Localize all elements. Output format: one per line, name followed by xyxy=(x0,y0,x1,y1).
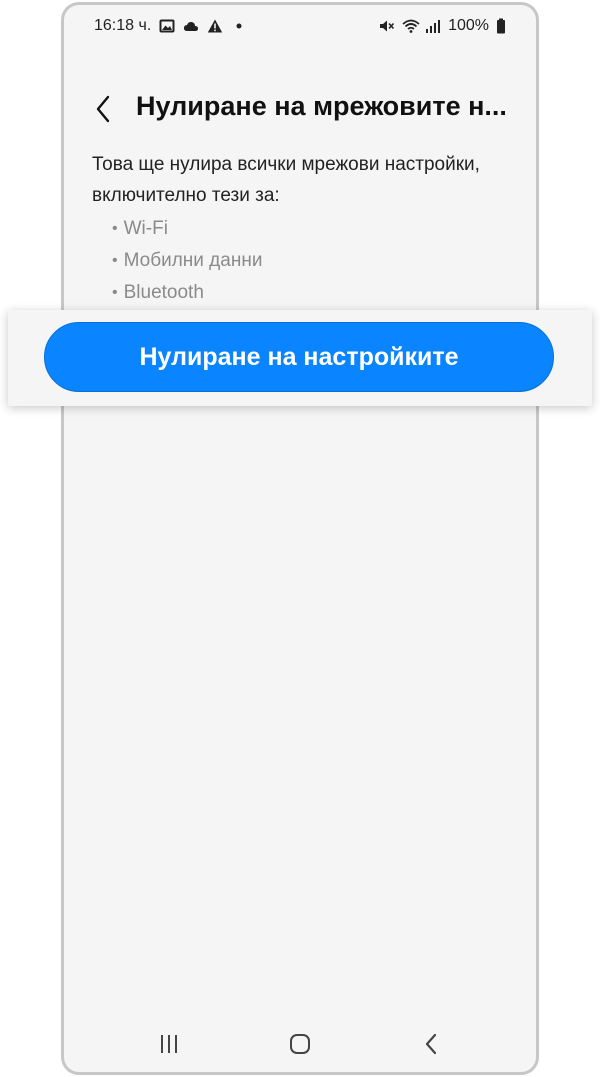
navigation-bar xyxy=(64,1016,536,1072)
list-item-label: Bluetooth xyxy=(123,282,204,303)
list-item: • Bluetooth xyxy=(112,277,262,309)
bullet-icon: • xyxy=(112,284,118,301)
reset-items-list: • Wi-Fi • Мобилни данни • Bluetooth xyxy=(112,213,262,309)
signal-icon xyxy=(425,18,441,34)
recent-apps-icon xyxy=(161,1035,178,1053)
mute-icon xyxy=(379,18,395,34)
description-text: Това ще нулира всички мрежови настройки,… xyxy=(92,154,480,206)
list-item-label: Wi-Fi xyxy=(123,218,168,239)
cloud-icon xyxy=(183,18,199,34)
nav-back-button[interactable] xyxy=(409,1022,453,1066)
list-item: • Мобилни данни xyxy=(112,245,262,277)
home-button[interactable] xyxy=(278,1022,322,1066)
list-item: • Wi-Fi xyxy=(112,213,262,245)
action-button-panel: Нулиране на настройките xyxy=(8,310,592,406)
status-right: 100% xyxy=(379,17,506,35)
reset-settings-button[interactable]: Нулиране на настройките xyxy=(44,322,554,392)
status-left: 16:18 ч. xyxy=(94,17,247,35)
bullet-icon: • xyxy=(112,220,118,237)
back-icon xyxy=(425,1033,436,1055)
chevron-left-icon xyxy=(96,95,110,123)
warning-icon xyxy=(207,18,223,34)
back-button[interactable] xyxy=(88,91,118,127)
wifi-icon xyxy=(402,18,420,34)
dot-icon xyxy=(231,18,247,34)
image-icon xyxy=(159,18,175,34)
status-bar: 16:18 ч. 100% xyxy=(64,5,536,49)
status-time: 16:18 ч. xyxy=(94,17,152,34)
bullet-icon: • xyxy=(112,252,118,269)
phone-screen: 16:18 ч. 100% Нулиране на мрежовите н...… xyxy=(61,2,539,1075)
page-header: Нулиране на мрежовите н... xyxy=(64,85,536,133)
list-item-label: Мобилни данни xyxy=(123,250,263,271)
battery-icon xyxy=(496,18,506,34)
battery-percent: 100% xyxy=(448,17,489,34)
home-icon xyxy=(289,1034,310,1054)
recent-apps-button[interactable] xyxy=(147,1022,191,1066)
page-title: Нулиране на мрежовите н... xyxy=(136,91,507,121)
